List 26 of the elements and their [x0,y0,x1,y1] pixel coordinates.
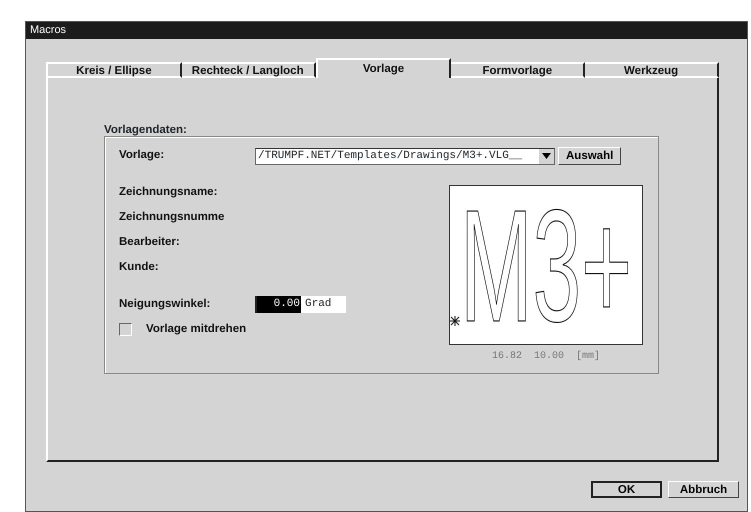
cancel-button[interactable]: Abbruch [668,481,739,498]
field-label: Zeichnungsnumme [119,210,224,225]
window-title: Macros [26,22,747,39]
origin-marker-icon [450,316,460,326]
field-label: Neigungswinkel: [119,296,212,312]
select-button[interactable]: Auswahl [558,147,622,165]
tab[interactable]: Formvorlage [451,62,586,78]
checkbox-label: Vorlage mitdrehen [146,322,246,337]
height-reading: 10.00 [534,350,564,364]
checkbox[interactable] [119,323,132,336]
ok-button[interactable]: OK [591,481,662,498]
dropdown-arrow-icon [542,153,551,159]
tab[interactable]: Rechteck / Langloch [182,62,316,78]
width-reading: 16.82 [492,350,522,364]
tab[interactable]: Kreis / Ellipse [46,62,182,78]
group-title: Vorlagendaten: [104,123,188,136]
field-label: Kunde: [119,260,159,275]
field-label: Zeichnungsname: [119,184,218,200]
template-drawing: M3+ [460,186,626,344]
tab[interactable]: Werkzeug [585,62,719,78]
tab[interactable]: Vorlage [316,58,452,78]
template-dropdown[interactable]: /TRUMPF.NET/Templates/Drawings/M3+.VLG__ [255,148,555,164]
angle-field[interactable]: 0.00 Grad [255,296,346,313]
unit-label: [mm] [576,350,600,364]
field-label: Vorlage: [119,148,166,164]
field-label: Bearbeiter: [119,234,180,250]
